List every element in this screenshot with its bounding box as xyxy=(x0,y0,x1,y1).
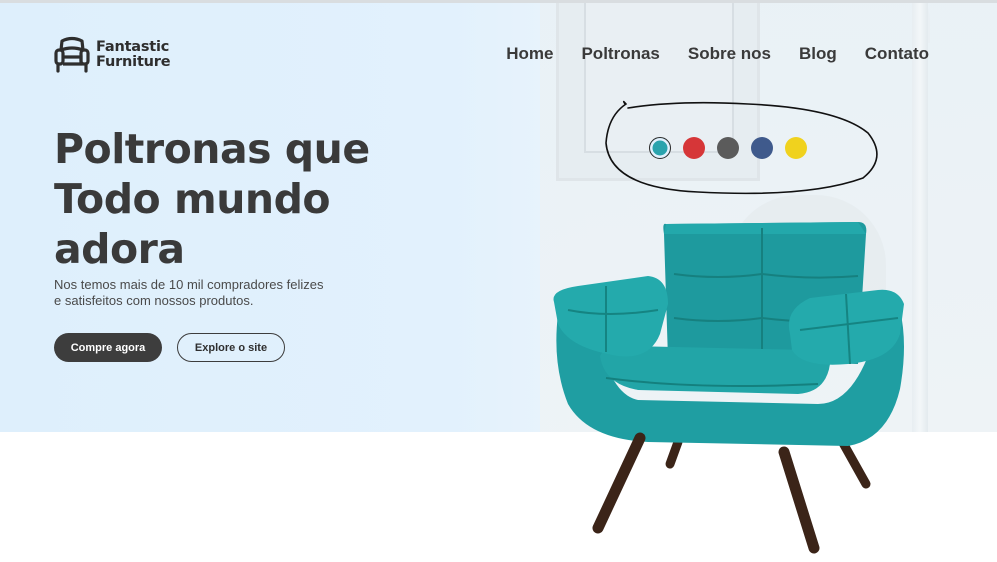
color-swatch-gray[interactable] xyxy=(717,137,739,159)
hero-title: Poltronas que Todo mundo adora xyxy=(54,124,384,274)
brand-name-line1: Fantastic xyxy=(96,39,170,55)
brand-name: Fantastic Furniture xyxy=(96,39,171,70)
brand-logo[interactable]: Fantastic Furniture xyxy=(53,36,171,74)
hero-subtitle-line2: e satisfeitos com nossos produtos. xyxy=(54,292,254,308)
nav-poltronas[interactable]: Poltronas xyxy=(581,44,659,64)
hero-subtitle-line1: Nos temos mais de 10 mil compradores fel… xyxy=(54,277,324,292)
color-swatch-teal[interactable] xyxy=(649,137,671,159)
hero-subtitle: Nos temos mais de 10 mil compradores fel… xyxy=(54,277,344,308)
nav-blog[interactable]: Blog xyxy=(799,44,837,64)
explore-site-button[interactable]: Explore o site xyxy=(177,333,285,362)
floor-lamp-pole xyxy=(912,3,928,432)
teal-armchair-image xyxy=(553,222,904,554)
color-swatch-red[interactable] xyxy=(683,137,705,159)
brand-name-line2: Furniture xyxy=(96,54,171,70)
nav-home[interactable]: Home xyxy=(506,44,553,64)
main-nav: Home Poltronas Sobre nos Blog Contato xyxy=(506,44,929,64)
color-selector xyxy=(649,137,807,159)
hero-title-line2: Todo mundo xyxy=(54,175,331,223)
color-swatch-blue[interactable] xyxy=(751,137,773,159)
color-swatch-yellow[interactable] xyxy=(785,137,807,159)
nav-contato[interactable]: Contato xyxy=(865,44,929,64)
hero-title-line3: adora xyxy=(54,225,185,273)
nav-sobre-nos[interactable]: Sobre nos xyxy=(688,44,771,64)
wall-frame-inner xyxy=(584,3,734,153)
armchair-logo-icon xyxy=(54,36,90,73)
hero-title-line1: Poltronas que xyxy=(54,125,370,173)
buy-now-button[interactable]: Compre agora xyxy=(54,333,162,362)
